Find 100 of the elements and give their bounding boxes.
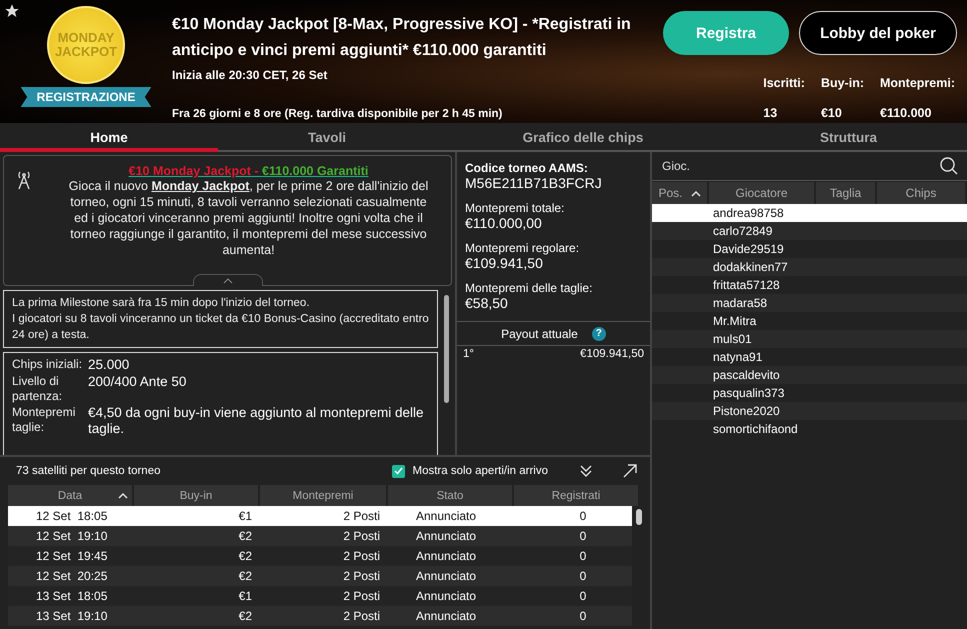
scrollbar-thumb[interactable] xyxy=(444,295,449,403)
promo-title: €10 Monday Jackpot - €110.000 Garantiti xyxy=(128,164,370,178)
table-cell-text: 0 xyxy=(578,528,588,545)
coin-text: JACKPOT xyxy=(54,45,118,59)
detail-value: €4,50 da ogni buy-in viene aggiunto al montepremi delle taglie. xyxy=(88,405,424,437)
countdown-text: Fra 26 giorni e 8 ore (Reg. tardiva disponibile per 2 h 45 min) xyxy=(172,108,504,120)
info-value: M56E211B71B3FCRJ xyxy=(465,175,603,191)
column-header[interactable]: Chips xyxy=(877,182,967,204)
milestone-text: La prima Milestone sarà fra 15 min dopo l'inizio del torneo. xyxy=(12,296,311,311)
star-icon[interactable] xyxy=(4,3,20,19)
column-header[interactable]: Data xyxy=(8,485,134,506)
help-icon[interactable]: ? xyxy=(592,326,606,340)
search-icon[interactable] xyxy=(939,156,959,176)
stat-value: €10 xyxy=(820,106,843,120)
table-cell-text: 12 Set 19:10 xyxy=(35,528,108,545)
info-value: €110.000,00 xyxy=(465,215,543,231)
coin-text: MONDAY xyxy=(58,31,114,45)
table-cell-text: 0 xyxy=(578,608,588,625)
satellite-row[interactable]: 13 Set 19:10 €2 2 Posti Annunciato 0 xyxy=(8,606,632,626)
sort-icon xyxy=(118,492,128,499)
table-cell-text: €2 xyxy=(238,528,253,545)
column-header[interactable]: Buy-in xyxy=(134,485,260,506)
milestone-text: I giocatori su 8 tavoli vinceranno un ticket da €10 Bonus-Casino (accreditato entro 24 ore) a testa. xyxy=(12,312,429,343)
player-row[interactable]: andrea98758 xyxy=(652,204,967,222)
tournament-title: €10 Monday Jackpot [8-Max, Progressive KO] - *Registrati in anticipo e vinci premi aggiunti* €110.000 garantiti xyxy=(172,15,632,61)
info-label: Montepremi totale: xyxy=(465,201,566,215)
player-row[interactable]: Pistone2020 xyxy=(652,402,967,420)
scrollbar-thumb[interactable] xyxy=(636,509,642,525)
payout-place: 1° xyxy=(463,348,474,360)
player-row[interactable]: muls01 xyxy=(652,330,967,348)
player-row[interactable]: madara58 xyxy=(652,294,967,312)
tab[interactable]: Grafico delle chips xyxy=(436,123,730,152)
stat-value: €110.000 xyxy=(880,106,932,120)
table-cell-text: €1 xyxy=(238,588,253,605)
info-label: Montepremi delle taglie: xyxy=(465,281,594,295)
promo-text: Gioca il nuovo Monday Jackpot, per le prime 2 ore dall'inizio del torneo, ogni 15 minuti, 8 tavoli verranno selezionati casualmente ed i giocatori vinceranno premi aggiunti! Inoltre ogni volta che il torneo raggiunge il garantito, il montepremi del mese successivo aumenta! xyxy=(68,178,430,258)
table-cell-text: €1 xyxy=(238,508,253,525)
tab[interactable]: Tavoli xyxy=(218,123,436,152)
info-label: Montepremi regolare: xyxy=(465,241,580,255)
table-cell-text: 13 Set 18:05 xyxy=(35,588,108,605)
satellite-row[interactable]: 12 Set 18:05 €1 2 Posti Annunciato 0 xyxy=(8,506,632,526)
column-header[interactable]: Giocatore xyxy=(709,182,816,204)
table-cell-text: 13 Set 19:10 xyxy=(35,608,108,625)
table-cell-text: 2 Posti xyxy=(342,528,381,545)
table-cell-text: 0 xyxy=(578,548,588,565)
detail-value: 25.000 xyxy=(88,357,130,373)
satellites-count: 73 satelliti per questo torneo xyxy=(16,465,160,477)
detail-label: Montepremi taglie: xyxy=(12,405,76,436)
table-cell-text: €2 xyxy=(238,548,253,565)
info-value: €109.941,50 xyxy=(465,255,544,271)
table-cell-text: 2 Posti xyxy=(342,568,381,585)
player-search-field[interactable]: Gioc. xyxy=(660,158,860,174)
player-row[interactable]: pascaldevito xyxy=(652,366,967,384)
filter-label: Mostra solo aperti/in arrivo xyxy=(412,465,548,477)
info-value: €58,50 xyxy=(465,295,509,311)
satellite-row[interactable]: 12 Set 19:10 €2 2 Posti Annunciato 0 xyxy=(8,526,632,546)
detail-label: Chips iniziali: xyxy=(12,357,84,373)
payout-title: Payout attuale xyxy=(501,326,578,340)
table-cell-text: Annunciato xyxy=(415,528,478,545)
table-cell-text: 0 xyxy=(578,568,588,585)
status-ribbon: REGISTRAZIONE xyxy=(20,87,152,107)
info-label: Codice torneo AAMS: xyxy=(465,161,589,175)
table-cell-text: 0 xyxy=(578,588,588,605)
table-cell-text: Annunciato xyxy=(415,608,478,625)
table-cell-text: 2 Posti xyxy=(342,508,381,525)
caret-icon[interactable] xyxy=(222,278,232,284)
table-cell-text: Annunciato xyxy=(415,588,478,605)
table-cell-text: €2 xyxy=(238,608,253,625)
column-header[interactable]: Stato xyxy=(388,485,514,506)
column-header[interactable]: Registrati xyxy=(514,485,640,506)
stat-label: Montepremi: xyxy=(880,76,955,90)
stat-value: 13 xyxy=(763,106,778,120)
chevrons-down-icon[interactable] xyxy=(578,463,594,479)
table-cell-text: 2 Posti xyxy=(342,608,381,625)
stat-label: Iscritti: xyxy=(763,76,805,90)
tab[interactable]: Struttura xyxy=(730,123,967,152)
start-time: Inizia alle 20:30 CET, 26 Set xyxy=(172,68,328,82)
table-cell-text: 0 xyxy=(578,508,588,525)
filter-checkbox[interactable] xyxy=(392,464,404,478)
table-cell-text: 2 Posti xyxy=(342,588,381,605)
payout-amount: €109.941,50 xyxy=(580,348,644,360)
detail-value: 200/400 Ante 50 xyxy=(88,374,188,391)
detail-label: Livello di partenza: xyxy=(12,374,64,404)
lobby-button[interactable]: Lobby del poker xyxy=(799,11,957,55)
column-header[interactable]: Pos. xyxy=(652,182,709,204)
tab[interactable]: Home xyxy=(0,123,218,152)
player-row[interactable]: carlo72849 xyxy=(652,222,967,240)
table-cell-text: Annunciato xyxy=(415,568,478,585)
table-cell-text: Annunciato xyxy=(415,548,478,565)
expand-icon[interactable] xyxy=(622,463,638,479)
player-row[interactable]: dodakkinen77 xyxy=(652,258,967,276)
table-cell-text: 12 Set 18:05 xyxy=(35,508,108,525)
stat-label: Buy-in: xyxy=(820,76,864,90)
satellite-row[interactable]: 12 Set 20:25 €2 2 Posti Annunciato 0 xyxy=(8,566,632,586)
table-cell-text: 2 Posti xyxy=(342,548,381,565)
sort-icon xyxy=(690,190,700,196)
column-header[interactable]: Montepremi xyxy=(260,485,388,506)
table-cell-text: 12 Set 20:25 xyxy=(35,568,108,585)
column-header[interactable]: Taglia xyxy=(816,182,877,204)
table-cell-text: 12 Set 19:45 xyxy=(35,548,108,565)
